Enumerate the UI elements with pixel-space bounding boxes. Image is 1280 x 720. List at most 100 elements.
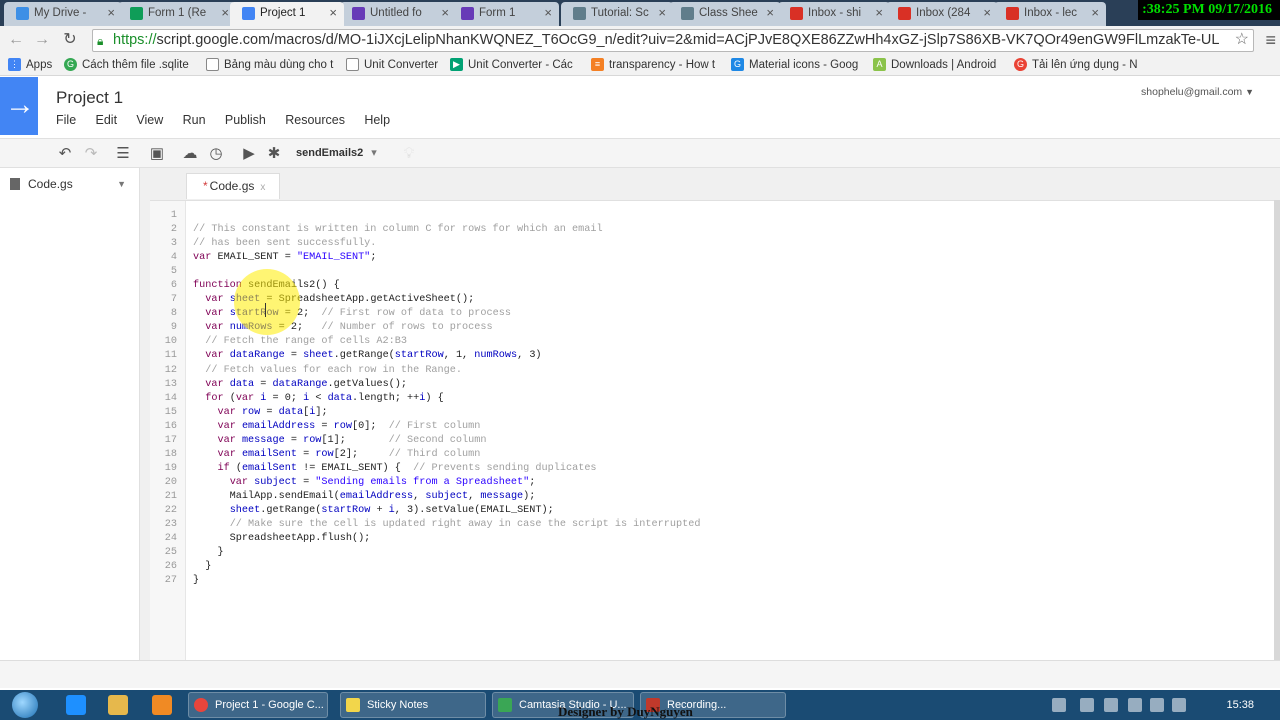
code-line[interactable]: 25 } [150, 546, 1280, 560]
tray-icon[interactable] [1128, 698, 1142, 712]
menu-publish[interactable]: Publish [225, 113, 266, 127]
code-line[interactable]: 22 sheet.getRange(startRow + i, 3).setVa… [150, 504, 1280, 518]
code-line[interactable]: 24 SpreadsheetApp.flush(); [150, 532, 1280, 546]
task-chrome[interactable]: Project 1 - Google C... [188, 692, 328, 718]
menu-view[interactable]: View [136, 113, 163, 127]
code-text[interactable]: } [193, 546, 223, 560]
browser-tab-active[interactable]: Project 1 × [230, 2, 344, 26]
close-tab-icon[interactable]: × [766, 2, 774, 24]
scrollbar-edge[interactable] [1274, 200, 1280, 660]
editor-tab-code-gs[interactable]: * Code.gs x [186, 173, 281, 199]
menu-edit[interactable]: Edit [96, 113, 118, 127]
code-line[interactable]: 4 var EMAIL_SENT = "EMAIL_SENT"; [150, 251, 1280, 265]
clock[interactable]: 15:38 [1226, 690, 1254, 720]
code-line[interactable]: 20 var subject = "Sending emails from a … [150, 476, 1280, 490]
undo-icon[interactable]: ↶ [55, 144, 75, 164]
menu-run[interactable]: Run [183, 113, 206, 127]
code-line[interactable]: 2 // This constant is written in column C… [150, 223, 1280, 237]
chevron-down-icon[interactable]: ▼ [117, 173, 126, 195]
bookmark-item[interactable]: ≡ transparency - How t [591, 57, 715, 73]
close-tab-icon[interactable]: × [658, 2, 666, 24]
network-icon[interactable] [1150, 698, 1164, 712]
address-bar[interactable]: 🔒︎ https://script.google.com/macros/d/MO… [92, 29, 1254, 52]
code-text[interactable]: var row = data[i]; [193, 406, 327, 420]
reload-icon[interactable]: ↻ [59, 29, 81, 51]
triggers-clock-icon[interactable]: ◷ [206, 144, 226, 164]
forward-icon[interactable]: → [31, 29, 53, 51]
close-tab-icon[interactable]: × [875, 2, 883, 24]
code-line[interactable]: 11 var dataRange = sheet.getRange(startR… [150, 349, 1280, 363]
code-text[interactable]: var emailAddress = row[0]; // First colu… [193, 420, 480, 434]
code-line[interactable]: 23 // Make sure the cell is updated righ… [150, 518, 1280, 532]
code-line[interactable]: 27} [150, 574, 1280, 588]
code-text[interactable]: if (emailSent != EMAIL_SENT) { // Preven… [193, 462, 596, 476]
browser-tab[interactable]: My Drive - × [4, 2, 122, 26]
browser-tab[interactable]: Class Shee × [669, 2, 781, 26]
close-tab-icon[interactable]: x [260, 182, 265, 193]
deploy-cloud-icon[interactable]: ☁ [180, 144, 200, 164]
menu-file[interactable]: File [56, 113, 76, 127]
code-line[interactable]: 5 [150, 265, 1280, 279]
code-line[interactable]: 7 var sheet = SpreadsheetApp.getActiveSh… [150, 293, 1280, 307]
code-text[interactable]: sheet.getRange(startRow + i, 3).setValue… [193, 504, 554, 518]
project-title[interactable]: Project 1 [56, 88, 123, 108]
media-player-icon[interactable] [152, 695, 172, 715]
bookmark-item[interactable]: A Downloads | Android [873, 57, 996, 73]
code-line[interactable]: 19 if (emailSent != EMAIL_SENT) { // Pre… [150, 462, 1280, 476]
code-text[interactable]: var dataRange = sheet.getRange(startRow,… [193, 349, 541, 363]
task-sticky-notes[interactable]: Sticky Notes [340, 692, 486, 718]
close-tab-icon[interactable]: × [441, 2, 449, 24]
browser-tab[interactable]: Form 1 (Re × [118, 2, 236, 26]
code-line[interactable]: 12 // Fetch values for each row in the R… [150, 364, 1280, 378]
code-line[interactable]: 10 // Fetch the range of cells A2:B3 [150, 335, 1280, 349]
browser-tab[interactable]: Form 1 × [449, 2, 559, 26]
code-editor[interactable]: 1 2// This constant is written in column … [150, 200, 1280, 661]
bookmark-item[interactable]: G Material icons - Goog [731, 57, 858, 73]
browser-tab[interactable]: Untitled fo × [340, 2, 456, 26]
code-line[interactable]: 9 var numRows = 2; // Number of rows to … [150, 321, 1280, 335]
code-line[interactable]: 8 var startRow = 2; // First row of data… [150, 307, 1280, 321]
file-item-code-gs[interactable]: Code.gs ▼ [0, 173, 138, 195]
save-icon[interactable]: ▣ [147, 144, 167, 164]
code-text[interactable]: // This constant is written in column C … [193, 223, 603, 237]
code-line[interactable]: 1 [150, 209, 1280, 223]
menu-resources[interactable]: Resources [285, 113, 345, 127]
close-tab-icon[interactable]: × [107, 2, 115, 24]
code-text[interactable]: var subject = "Sending emails from a Spr… [193, 476, 536, 490]
code-text[interactable]: var message = row[1]; // Second column [193, 434, 486, 448]
code-text[interactable]: } [193, 574, 199, 588]
close-tab-icon[interactable]: × [221, 2, 229, 24]
code-line[interactable]: 18 var emailSent = row[2]; // Third colu… [150, 448, 1280, 462]
bookmark-item[interactable]: ▶ Unit Converter - Các [450, 57, 573, 73]
bookmark-star-icon[interactable]: ☆ [1235, 30, 1249, 50]
ie-icon[interactable] [66, 695, 86, 715]
run-icon[interactable]: ▶ [239, 144, 259, 164]
browser-tab[interactable]: Inbox - lec × [994, 2, 1106, 26]
browser-tab[interactable]: Inbox (284 × [886, 2, 998, 26]
close-tab-icon[interactable]: × [329, 2, 337, 24]
code-line[interactable]: 14 for (var i = 0; i < data.length; ++i)… [150, 392, 1280, 406]
function-select[interactable]: sendEmails2 ▾ [296, 146, 377, 159]
code-line[interactable]: 16 var emailAddress = row[0]; // First c… [150, 420, 1280, 434]
close-tab-icon[interactable]: × [544, 2, 552, 24]
folder-icon[interactable] [108, 695, 128, 715]
browser-tab[interactable]: Tutorial: Sc × [561, 2, 673, 26]
bookmark-apps[interactable]: ⋮ Apps [8, 57, 52, 73]
code-text[interactable]: // Fetch the range of cells A2:B3 [193, 335, 407, 349]
volume-icon[interactable] [1172, 698, 1186, 712]
code-lines[interactable]: 1 2// This constant is written in column … [150, 209, 1280, 588]
browser-tab[interactable]: Inbox - shi × [778, 2, 890, 26]
account-menu[interactable]: shophelu@gmail.com ▼ [1141, 86, 1254, 98]
bookmark-item[interactable]: G Cách thêm file .sqlite [64, 57, 189, 73]
tray-icon[interactable] [1052, 698, 1066, 712]
code-text[interactable]: var data = dataRange.getValues(); [193, 378, 407, 392]
close-tab-icon[interactable]: × [983, 2, 991, 24]
code-text[interactable]: MailApp.sendEmail(emailAddress, subject,… [193, 490, 536, 504]
code-line[interactable]: 13 var data = dataRange.getValues(); [150, 378, 1280, 392]
bookmark-item[interactable]: Unit Converter [346, 57, 438, 73]
indent-icon[interactable]: ☰ [113, 144, 133, 164]
lightbulb-icon[interactable]: 💡︎ [399, 144, 419, 164]
debug-bug-icon[interactable]: ✱ [264, 144, 284, 164]
code-text[interactable]: // has been sent successfully. [193, 237, 376, 251]
code-text[interactable]: var EMAIL_SENT = "EMAIL_SENT"; [193, 251, 376, 265]
